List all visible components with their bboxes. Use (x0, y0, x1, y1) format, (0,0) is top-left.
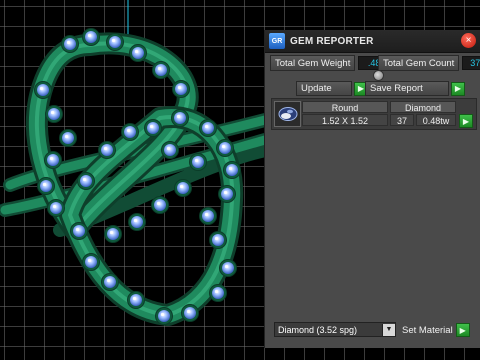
material-select-value: Diamond (3.52 spg) (278, 324, 358, 335)
gem-stone (50, 202, 62, 214)
gem-stone (226, 164, 238, 176)
gem-stone (73, 225, 85, 237)
save-report-go-icon[interactable]: ▶ (451, 81, 465, 96)
gem-stone (80, 175, 92, 187)
app-logo-icon: GR (269, 33, 285, 49)
gem-stone (130, 294, 142, 306)
gem-stone (222, 262, 234, 274)
gem-stone (221, 188, 233, 200)
gem-stone (85, 256, 97, 268)
header-shape: Round (302, 101, 388, 113)
gem-stone (219, 142, 231, 154)
gem-stone (40, 180, 52, 192)
set-material-button[interactable]: Set Material (402, 325, 453, 336)
gem-stone (85, 31, 97, 43)
gem-reporter-panel: GR GEM REPORTER × Total Gem Weight .48 T… (264, 30, 480, 348)
gem-table: Round Diamond 1.52 X 1.52 37 0.48tw ▶ (271, 98, 477, 130)
total-gem-weight-label: Total Gem Weight (270, 55, 356, 71)
update-button[interactable]: Update (296, 81, 352, 96)
slider-handle[interactable] (373, 70, 384, 81)
gem-stone (175, 83, 187, 95)
panel-titlebar[interactable]: GR GEM REPORTER × (265, 30, 480, 53)
gem-weight-cell: 0.48tw (416, 114, 456, 126)
save-report-button[interactable]: Save Report (365, 81, 449, 96)
round-gem-icon (278, 107, 297, 121)
update-control[interactable]: Update ▶ (296, 81, 368, 96)
gem-stone (124, 126, 136, 138)
gem-stone (184, 307, 196, 319)
gem-count-cell: 37 (390, 114, 414, 126)
save-report-control[interactable]: Save Report ▶ (365, 81, 465, 96)
gem-stone (154, 199, 166, 211)
gem-stone (155, 64, 167, 76)
gem-stone (48, 108, 60, 120)
gem-stone (47, 154, 59, 166)
gem-stone (212, 234, 224, 246)
gem-stone (202, 122, 214, 134)
header-material: Diamond (390, 101, 456, 113)
gem-weight-row: Total Gem Weight .48 (270, 55, 385, 71)
gem-stone (37, 84, 49, 96)
gem-stone (147, 122, 159, 134)
gem-stone (62, 132, 74, 144)
material-select[interactable]: Diamond (3.52 spg) ▼ (274, 322, 396, 337)
gem-stone (101, 144, 113, 156)
set-material-control[interactable]: Set Material ▶ (402, 323, 470, 337)
row-go-icon[interactable]: ▶ (459, 114, 473, 128)
gem-stone (109, 36, 121, 48)
gem-count-row: Total Gem Count 37 (378, 55, 480, 71)
close-icon[interactable]: × (461, 33, 476, 48)
gem-stone (104, 276, 116, 288)
gem-stone (132, 47, 144, 59)
gem-stone (158, 310, 170, 322)
gem-stone (131, 216, 143, 228)
gem-stone (164, 144, 176, 156)
gem-stone (107, 228, 119, 240)
gem-stone (64, 38, 76, 50)
total-gem-count-value: 37 (462, 56, 480, 70)
set-material-go-icon[interactable]: ▶ (455, 323, 470, 337)
gem-stone (174, 112, 186, 124)
chevron-down-icon[interactable]: ▼ (382, 323, 395, 336)
gem-thumbnail-icon[interactable] (274, 101, 301, 127)
gem-stone (202, 210, 214, 222)
panel-title: GEM REPORTER (290, 35, 374, 47)
gem-stone (192, 156, 204, 168)
gem-size-cell: 1.52 X 1.52 (302, 114, 388, 126)
gem-stone (212, 287, 224, 299)
gem-stone (177, 182, 189, 194)
total-gem-count-label: Total Gem Count (378, 55, 460, 71)
